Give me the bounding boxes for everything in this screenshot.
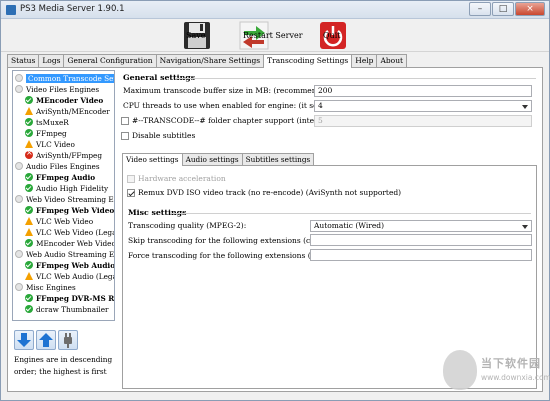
folder-icon [15, 195, 23, 203]
tree-item-ffmpeg-audio[interactable]: FFmpeg Audio [25, 172, 95, 182]
folder-icon [15, 74, 23, 82]
tree-item-vlc-web-video-legacy[interactable]: VLC Web Video (Legacy) [25, 227, 114, 237]
tree-item-web-audio-streaming-engines[interactable]: Web Audio Streaming Engines [15, 249, 114, 259]
skip-transcoding-input[interactable] [310, 234, 532, 246]
quit-label: Quit [323, 31, 341, 40]
warning-icon [25, 272, 33, 280]
tab-general-configuration[interactable]: General Configuration [63, 54, 157, 67]
warning-icon [25, 228, 33, 236]
save-button[interactable]: Save [182, 21, 212, 50]
move-down-button[interactable] [14, 330, 34, 350]
restart-server-button[interactable]: Restart Server [239, 21, 303, 50]
check-circle-icon [25, 294, 33, 302]
check-circle-icon [25, 305, 33, 313]
engine-order-note: Engines are in descending order; the hig… [14, 355, 113, 376]
remux-dvd-iso-label: Remux DVD ISO video track (no re-encode)… [138, 188, 402, 197]
app-window: PS3 Media Server 1.90.1 – □ × Save Resta… [0, 0, 550, 401]
check-circle-icon [25, 96, 33, 104]
plug-icon [64, 333, 72, 348]
tab-navigation-share-settings[interactable]: Navigation/Share Settings [155, 54, 265, 67]
close-button[interactable]: × [515, 2, 545, 16]
tree-item-common-transcode-settings[interactable]: Common Transcode Settings [15, 73, 114, 83]
tab-help[interactable]: Help [351, 54, 378, 67]
tab-about[interactable]: About [376, 54, 408, 67]
check-circle-icon [25, 184, 33, 192]
error-icon [25, 148, 33, 159]
warning-icon [25, 217, 33, 225]
tree-item-ffmpeg[interactable]: FFmpeg [25, 128, 67, 138]
tree-item-video-files-engines[interactable]: Video Files Engines [15, 84, 99, 94]
check-circle-icon [25, 129, 33, 137]
window-title: PS3 Media Server 1.90.1 [20, 4, 125, 14]
buffer-size-input[interactable]: 200 [314, 85, 532, 97]
disable-subtitles-checkbox[interactable] [121, 132, 129, 140]
title-bar: PS3 Media Server 1.90.1 – □ × [1, 1, 549, 19]
warning-icon [25, 107, 33, 115]
tree-item-dcraw-thumbnailer[interactable]: dcraw Thumbnailer [25, 304, 109, 314]
warning-icon [25, 140, 33, 148]
tab-transcoding-settings[interactable]: Transcoding Settings [263, 54, 353, 68]
watermark-text: 当下软件园 [481, 357, 541, 370]
tab-status[interactable]: Status [7, 54, 40, 67]
main-tabs: Status Logs General Configuration Naviga… [7, 54, 408, 68]
tree-item-audio-high-fidelity[interactable]: Audio High Fidelity [25, 183, 108, 193]
folder-icon [15, 283, 23, 291]
tree-item-ffmpeg-dvr-ms-remux[interactable]: FFmpeg DVR-MS Remux [25, 293, 114, 303]
check-circle-icon [25, 261, 33, 269]
transcoding-quality-label: Transcoding quality (MPEG-2): [128, 221, 247, 230]
quit-button[interactable]: Quit [319, 21, 349, 50]
tab-audio-settings[interactable]: Audio settings [181, 153, 243, 165]
minimize-button[interactable]: – [469, 2, 491, 16]
tree-item-ffmpeg-web-video[interactable]: FFmpeg Web Video [25, 205, 114, 215]
chapter-interval-input[interactable]: 5 [314, 115, 532, 127]
tab-video-settings[interactable]: Video settings [122, 153, 183, 166]
toggle-engine-button[interactable] [58, 330, 78, 350]
disable-subtitles-label: Disable subtitles [132, 131, 196, 140]
maximize-button[interactable]: □ [492, 2, 514, 16]
tree-item-ffmpeg-web-audio[interactable]: FFmpeg Web Audio [25, 260, 114, 270]
chapter-support-checkbox[interactable] [121, 117, 129, 125]
remux-dvd-iso-checkbox[interactable] [127, 189, 135, 197]
tree-item-audio-files-engines[interactable]: Audio Files Engines [15, 161, 100, 171]
tree-item-avisynth-ffmpeg[interactable]: AviSynth/FFmpeg [25, 148, 102, 160]
cpu-threads-select[interactable]: 4 [314, 100, 532, 112]
tree-item-avisynth-mencoder[interactable]: AviSynth/MEncoder [25, 106, 110, 116]
app-icon [6, 5, 16, 15]
folder-icon [15, 162, 23, 170]
transcoding-quality-select[interactable]: Automatic (Wired) [310, 220, 532, 232]
tab-subtitles-settings[interactable]: Subtitles settings [241, 153, 315, 165]
tree-item-vlc-web-audio-legacy[interactable]: VLC Web Audio (Legacy) [25, 271, 114, 281]
general-settings-divider [176, 78, 536, 79]
misc-settings-divider [171, 213, 531, 214]
force-transcoding-input[interactable] [310, 249, 532, 261]
toolbar: Save Restart Server Quit [1, 19, 549, 52]
hardware-acceleration-label: Hardware acceleration [138, 174, 226, 183]
folder-icon [15, 250, 23, 258]
watermark-logo-icon [443, 350, 477, 390]
check-circle-icon [25, 173, 33, 181]
arrow-up-icon [39, 333, 53, 347]
restart-label: Restart Server [243, 31, 303, 40]
tree-item-mencoder-video[interactable]: MEncoder Video [25, 95, 103, 105]
engine-tree[interactable]: Common Transcode Settings Video Files En… [12, 70, 115, 321]
check-circle-icon [25, 206, 33, 214]
tree-item-vlc-web-video[interactable]: VLC Web Video [25, 216, 93, 226]
tree-item-web-video-streaming-engines[interactable]: Web Video Streaming Engines [15, 194, 114, 204]
tree-item-mencoder-web-video[interactable]: MEncoder Web Video [25, 238, 114, 248]
settings-subtabs: Video settings Audio settings Subtitles … [122, 153, 315, 166]
tab-logs[interactable]: Logs [38, 54, 65, 67]
hardware-acceleration-checkbox[interactable] [127, 175, 135, 183]
watermark: 当下软件园 www.downxia.com [437, 347, 550, 395]
tree-item-misc-engines[interactable]: Misc Engines [15, 282, 76, 292]
tree-item-tsmuxer[interactable]: tsMuxeR [25, 117, 69, 127]
arrow-down-icon [17, 333, 31, 347]
check-circle-icon [25, 118, 33, 126]
move-up-button[interactable] [36, 330, 56, 350]
check-circle-icon [25, 239, 33, 247]
watermark-url: www.downxia.com [481, 373, 550, 382]
folder-icon [15, 85, 23, 93]
save-label: Save [186, 31, 206, 40]
